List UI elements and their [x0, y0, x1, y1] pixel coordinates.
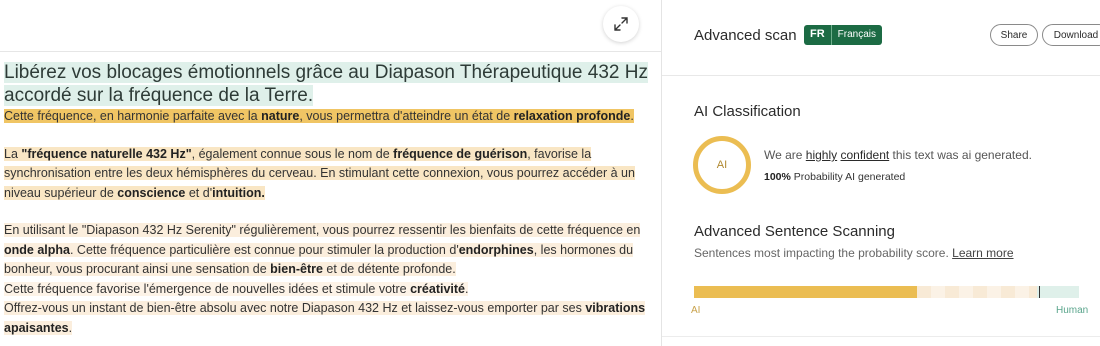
confidence-statement: We are highly confident this text was ai…: [764, 148, 1032, 162]
paragraph-1: Cette fréquence, en harmonie parfaite av…: [4, 107, 654, 127]
language-badge: FR Français: [804, 25, 883, 45]
sentence: En utilisant le "Diapason 432 Hz Serenit…: [4, 223, 641, 276]
expand-icon: [614, 17, 628, 31]
paragraph-2: La "fréquence naturelle 432 Hz", égaleme…: [4, 145, 654, 204]
scan-panel: Advanced scan FR Français Share Download…: [662, 0, 1100, 346]
sentence: Cette fréquence, en harmonie parfaite av…: [4, 109, 634, 123]
document-toolbar: [0, 0, 661, 52]
panel-bottom-divider: [662, 336, 1100, 337]
ai-score-ring-label: AI: [716, 159, 728, 171]
bar-label-human: Human: [1056, 305, 1089, 316]
learn-more-link[interactable]: Learn more: [952, 246, 1013, 260]
document-title: Libérez vos blocages émotionnels grâce a…: [4, 62, 648, 106]
bar-marker: [1038, 286, 1041, 298]
download-button[interactable]: Download: [1042, 24, 1100, 46]
share-button[interactable]: Share: [990, 24, 1038, 46]
language-code: FR: [804, 25, 832, 45]
scan-title: Advanced scan: [694, 27, 797, 44]
bar-segment-human: [1036, 286, 1079, 298]
confidence-word: confident: [840, 148, 890, 162]
ai-score-ring: AI: [693, 136, 751, 194]
expand-button[interactable]: [603, 6, 639, 42]
paragraph-3: En utilisant le "Diapason 432 Hz Serenit…: [4, 221, 654, 280]
paragraph-4: Cette fréquence favorise l'émergence de …: [4, 280, 654, 300]
bar-segment-ai: [694, 286, 918, 298]
scanning-subtitle: Sentences most impacting the probability…: [694, 246, 1014, 260]
scan-header: Advanced scan FR Français Share Download: [662, 0, 1100, 76]
language-name: Français: [837, 29, 877, 40]
sentence: La "fréquence naturelle 432 Hz", égaleme…: [4, 146, 635, 200]
probability-line: 100% Probability AI generated: [764, 171, 906, 183]
sentence: Cette fréquence favorise l'émergence de …: [4, 281, 469, 296]
confidence-level: highly: [805, 148, 838, 162]
bar-segment-mixed: [917, 286, 1037, 298]
probability-bar: [694, 286, 1079, 298]
sentence: Offrez-vous un instant de bien-être abso…: [4, 301, 646, 335]
document-text: Libérez vos blocages émotionnels grâce a…: [4, 62, 654, 338]
paragraph-5: Offrez-vous un instant de bien-être abso…: [4, 299, 654, 338]
scanning-title: Advanced Sentence Scanning: [694, 223, 895, 240]
document-pane: Libérez vos blocages émotionnels grâce a…: [0, 0, 661, 346]
classification-title: AI Classification: [694, 103, 801, 120]
probability-value: 100%: [764, 171, 791, 183]
bar-label-ai: AI: [691, 305, 701, 316]
